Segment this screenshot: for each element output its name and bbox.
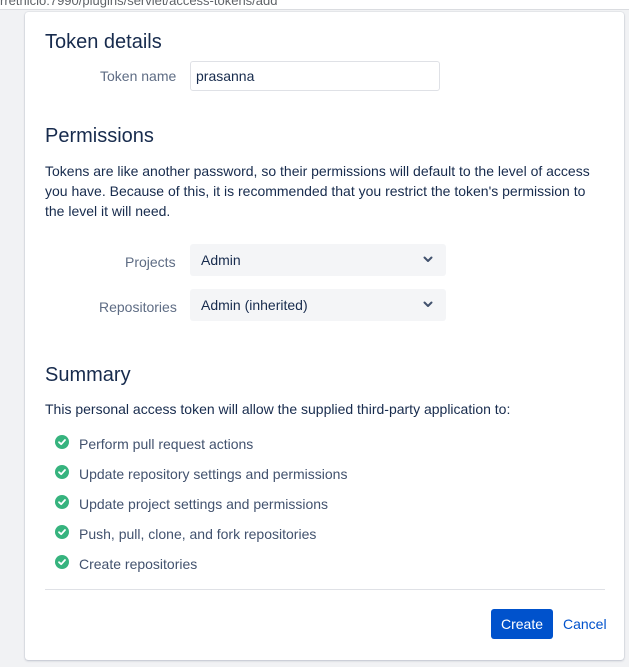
projects-select[interactable]: Admin [190, 244, 446, 276]
check-circle-icon [55, 525, 69, 539]
permission-label: Update repository settings and permissio… [79, 466, 348, 482]
permissions-description: Tokens are like another password, so the… [45, 163, 590, 219]
permission-summary-list: Perform pull request actions Update repo… [55, 429, 347, 579]
projects-label: Projects [125, 254, 176, 270]
summary-intro-text: This personal access token will allow th… [45, 401, 511, 417]
check-circle-icon [55, 495, 69, 509]
cancel-button[interactable]: Cancel [557, 609, 613, 639]
projects-select-value: Admin [201, 252, 241, 268]
chevron-down-icon [423, 256, 433, 262]
browser-url-text: rrethicio:7990/plugins/servlet/access-to… [0, 0, 278, 8]
chevron-down-icon [423, 301, 433, 307]
list-item: Perform pull request actions [55, 429, 347, 459]
token-name-input[interactable] [190, 61, 440, 91]
check-circle-icon [55, 555, 69, 569]
check-circle-icon [55, 435, 69, 449]
summary-heading: Summary [45, 364, 131, 386]
repositories-select-value: Admin (inherited) [201, 297, 308, 313]
create-button[interactable]: Create [491, 609, 553, 639]
permissions-heading: Permissions [45, 125, 154, 147]
repositories-select[interactable]: Admin (inherited) [190, 289, 446, 321]
footer-divider [45, 589, 605, 590]
token-name-label: Token name [100, 68, 177, 84]
create-token-form: Token details Token name Permissions Tok… [25, 12, 624, 660]
permission-label: Update project settings and permissions [79, 496, 329, 512]
token-details-heading: Token details [45, 31, 162, 53]
permission-label: Push, pull, clone, and fork repositories [79, 526, 317, 542]
permission-label: Create repositories [79, 556, 198, 572]
list-item: Update repository settings and permissio… [55, 459, 347, 489]
list-item: Update project settings and permissions [55, 489, 347, 519]
permission-label: Perform pull request actions [79, 436, 254, 452]
repositories-label: Repositories [99, 299, 177, 315]
list-item: Create repositories [55, 549, 347, 579]
check-circle-icon [55, 465, 69, 479]
list-item: Push, pull, clone, and fork repositories [55, 519, 347, 549]
browser-address-bar[interactable]: rrethicio:7990/plugins/servlet/access-to… [0, 0, 629, 10]
